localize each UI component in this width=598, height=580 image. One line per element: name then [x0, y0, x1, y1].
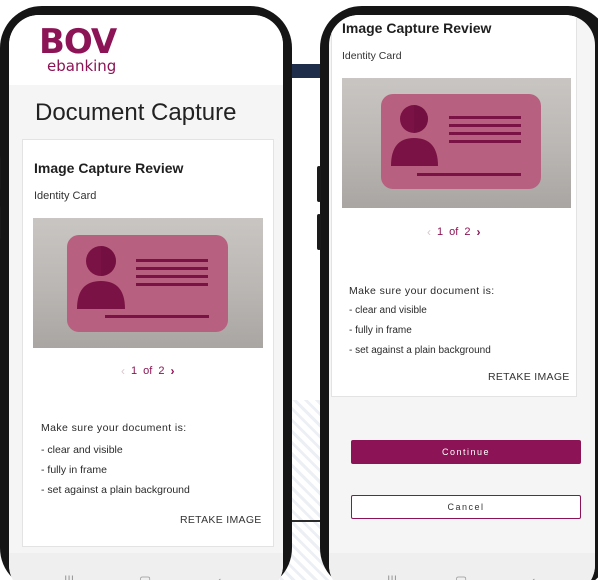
android-navbar: ||| ▢ ‹ — [9, 553, 283, 580]
captured-image[interactable] — [342, 78, 571, 208]
logo-subtitle: ebanking — [47, 57, 117, 75]
card-title: Image Capture Review — [342, 20, 492, 36]
page-title: Document Capture — [35, 99, 237, 126]
pager-total: 2 — [464, 226, 471, 238]
android-navbar: ||| ▢ ‹ — [329, 553, 595, 580]
home-icon[interactable]: ▢ — [455, 573, 467, 580]
phone-right-screen: Image Capture Review Identity Card ‹ 1 o… — [329, 15, 595, 580]
chevron-right-icon[interactable]: › — [476, 225, 480, 239]
phone-right: Image Capture Review Identity Card ‹ 1 o… — [317, 6, 598, 580]
pager-total: 2 — [158, 365, 165, 377]
home-icon[interactable]: ▢ — [139, 573, 151, 580]
instructions-heading: Make sure your document is: — [349, 285, 495, 297]
id-card-icon — [77, 246, 209, 318]
volume-button — [317, 166, 321, 202]
continue-button[interactable]: Continue — [351, 440, 581, 464]
review-card: Image Capture Review Identity Card ‹ 1 o… — [22, 139, 274, 547]
id-card-icon — [391, 105, 521, 176]
id-card-illustration — [67, 235, 228, 332]
chevron-left-icon[interactable]: ‹ — [427, 225, 431, 239]
cancel-button[interactable]: Cancel — [351, 495, 581, 519]
instruction-item: - set against a plain background — [349, 345, 491, 356]
volume-button — [0, 156, 1, 190]
instruction-item: - set against a plain background — [41, 484, 190, 496]
instructions-heading: Make sure your document is: — [41, 422, 187, 434]
volume-button — [317, 214, 321, 250]
instruction-item: - fully in frame — [41, 464, 107, 476]
volume-button — [0, 206, 1, 240]
logo-mark: BOV — [39, 22, 117, 62]
document-type: Identity Card — [342, 50, 402, 62]
image-pager: ‹ 1 of 2 › — [121, 364, 174, 378]
bov-logo: BOV ebanking — [39, 22, 117, 75]
chevron-left-icon[interactable]: ‹ — [121, 364, 125, 378]
instruction-item: - fully in frame — [349, 325, 412, 336]
phone-left: BOV ebanking Document Capture Image Capt… — [0, 6, 292, 580]
image-pager: ‹ 1 of 2 › — [427, 225, 480, 239]
card-title: Image Capture Review — [34, 160, 184, 176]
phone-left-screen: BOV ebanking Document Capture Image Capt… — [9, 15, 283, 580]
instruction-item: - clear and visible — [41, 444, 123, 456]
chevron-right-icon[interactable]: › — [170, 364, 174, 378]
pager-current: 1 — [437, 226, 444, 238]
document-type: Identity Card — [34, 190, 97, 202]
back-icon[interactable]: ‹ — [531, 573, 535, 580]
recents-icon[interactable]: ||| — [64, 573, 74, 580]
captured-image[interactable] — [33, 218, 263, 348]
pager-of: of — [449, 226, 459, 238]
review-card: Image Capture Review Identity Card ‹ 1 o… — [331, 15, 577, 397]
instruction-item: - clear and visible — [349, 305, 427, 316]
pager-of: of — [143, 365, 153, 377]
recents-icon[interactable]: ||| — [387, 573, 397, 580]
back-icon[interactable]: ‹ — [217, 573, 221, 580]
pager-current: 1 — [131, 365, 138, 377]
retake-image-button[interactable]: RETAKE IMAGE — [488, 371, 570, 383]
retake-image-button[interactable]: RETAKE IMAGE — [180, 514, 262, 526]
id-card-illustration — [381, 94, 541, 189]
